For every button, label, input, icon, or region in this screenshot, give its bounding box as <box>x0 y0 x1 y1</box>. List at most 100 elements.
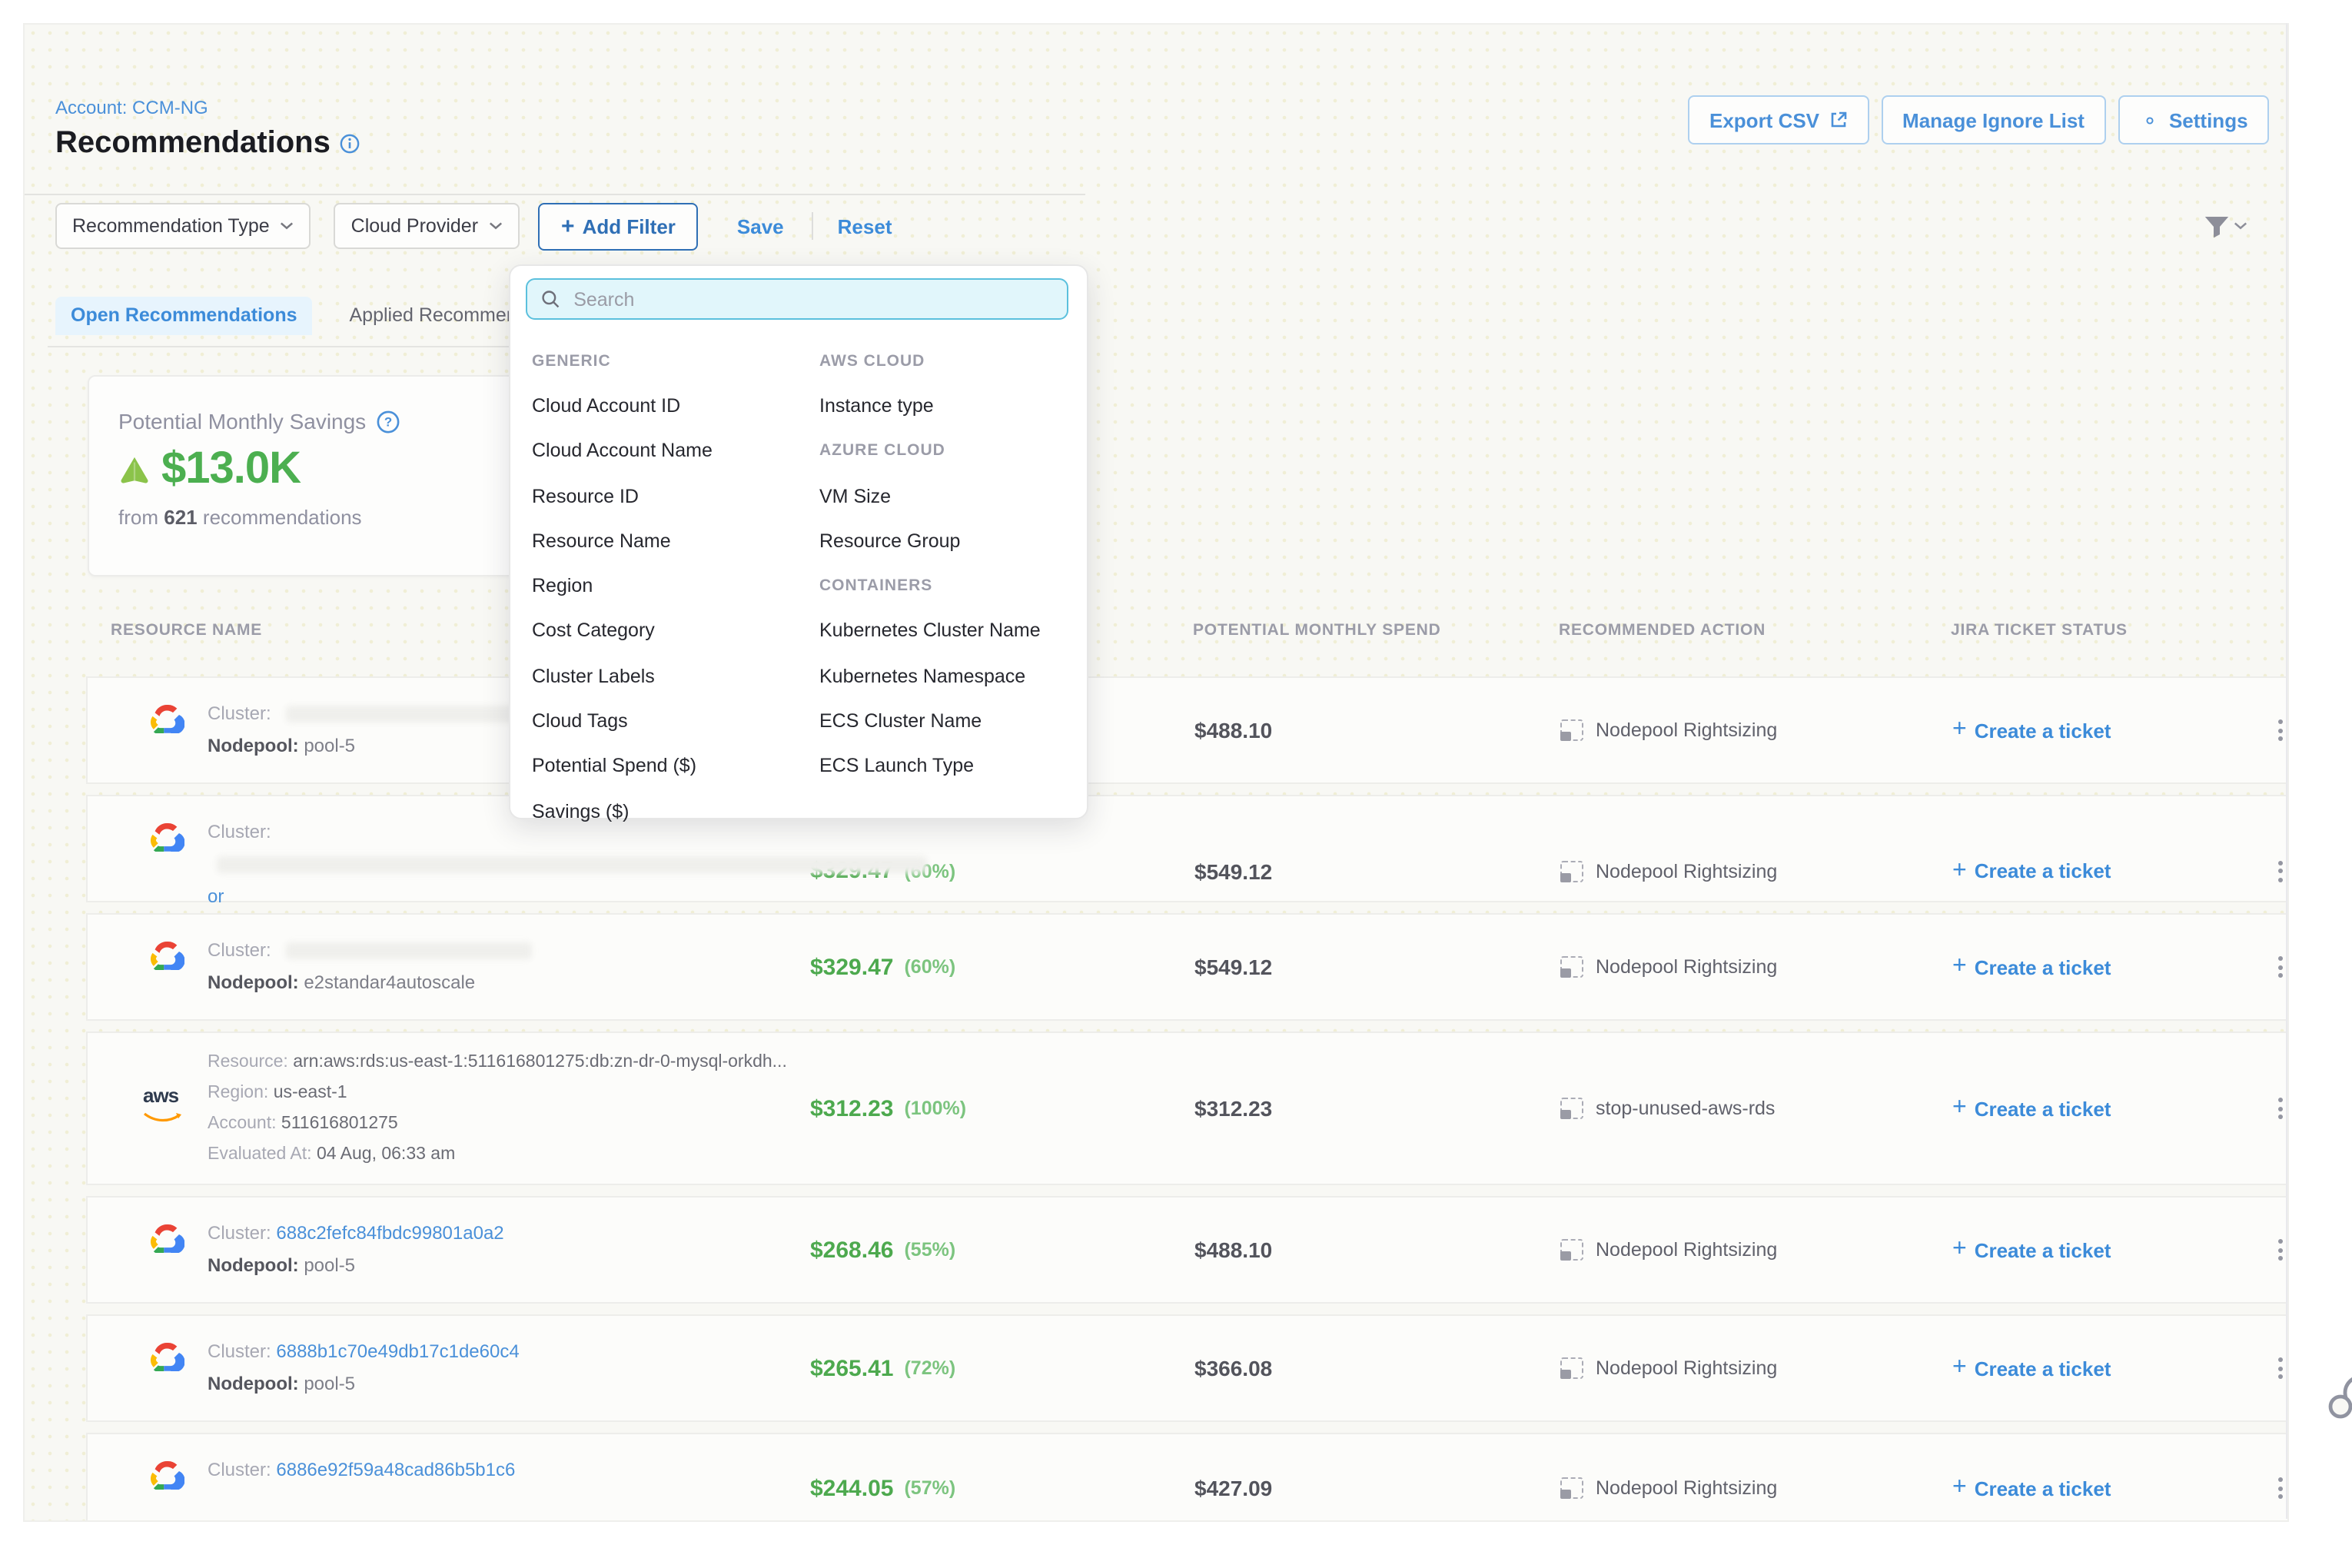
provider-icon-cell <box>88 678 184 782</box>
create-ticket-link[interactable]: +Create a ticket <box>1952 718 2111 742</box>
table-row: Cluster: 688c2fefc84fbdc99801a0a2Nodepoo… <box>86 1196 2289 1304</box>
create-ticket-link[interactable]: +Create a ticket <box>1952 859 2111 883</box>
dropdown-filter-option[interactable]: Resource Name <box>532 530 671 552</box>
cluster-link[interactable]: 6888b1c70e49db17c1de60c4 <box>276 1340 519 1362</box>
dropdown-filter-option[interactable]: ECS Launch Type <box>819 756 974 777</box>
create-ticket-link[interactable]: +Create a ticket <box>1952 1237 2111 1262</box>
cluster-line: Cluster: 6886e92f59a48cad86b5b1c6 <box>208 1454 810 1487</box>
create-ticket-label: Create a ticket <box>1975 1477 2111 1500</box>
monthly-spend-cell: $427.09 <box>1194 1434 1560 1522</box>
recommendation-type-icon <box>1560 860 1583 882</box>
resource-detail-line: Evaluated At: 04 Aug, 06:33 am <box>208 1139 810 1170</box>
reset-filter-button[interactable]: Reset <box>838 214 892 238</box>
recommendation-type-icon <box>1560 719 1583 741</box>
leaf-icon <box>118 455 151 484</box>
table-header: RESOURCE NAME POTENTIAL MONTHLY SPEND RE… <box>86 621 2289 643</box>
jira-ticket-cell: +Create a ticket <box>1952 678 2263 782</box>
svg-text:?: ? <box>384 414 392 429</box>
dropdown-filter-option[interactable]: Cloud Account Name <box>532 440 713 461</box>
recommendation-type-icon <box>1560 1357 1583 1379</box>
page-title-text: Recommendations <box>55 126 331 161</box>
savings-value: $268.46 <box>810 1237 893 1263</box>
dropdown-filter-option[interactable]: VM Size <box>819 485 891 507</box>
cluster-line: Cluster: <box>208 935 810 967</box>
create-ticket-link[interactable]: +Create a ticket <box>1952 1476 2111 1500</box>
dropdown-search[interactable] <box>526 278 1068 320</box>
create-ticket-label: Create a ticket <box>1975 719 2111 742</box>
chat-help-bubble[interactable] <box>2326 1373 2352 1436</box>
create-ticket-label: Create a ticket <box>1975 1097 2111 1120</box>
cluster-link[interactable]: 688c2fefc84fbdc99801a0a2 <box>276 1222 503 1244</box>
jira-ticket-cell: + Create a ticket <box>1952 915 2263 1019</box>
dropdown-filter-option[interactable]: Instance type <box>819 395 934 417</box>
save-filter-button[interactable]: Save <box>737 214 784 238</box>
dropdown-filter-option[interactable]: Resource Group <box>819 530 960 552</box>
jira-ticket-cell: +Create a ticket <box>1952 1033 2263 1184</box>
monthly-spend-cell: $549.12 <box>1194 915 1560 1019</box>
dropdown-filter-option[interactable]: Cloud Tags <box>532 710 628 732</box>
dropdown-filter-option[interactable]: Cost Category <box>532 620 655 642</box>
potential-savings-cell: $268.46(55%) <box>810 1198 1194 1302</box>
cluster-line: Cluster: 6888b1c70e49db17c1de60c4 <box>208 1336 810 1368</box>
savings-value: $244.05 <box>810 1475 893 1501</box>
savings-amount-value: $13.0K <box>161 444 301 495</box>
spend-value: $366.08 <box>1194 1356 1272 1380</box>
create-ticket-label: Create a ticket <box>1975 955 2111 978</box>
plus-icon: + <box>1952 955 1967 979</box>
gear-icon <box>2140 110 2160 130</box>
jira-ticket-cell: +Create a ticket <box>1952 1198 2263 1302</box>
col-potential-monthly-spend: POTENTIAL MONTHLY SPEND <box>1193 621 1441 639</box>
savings-percent: (72%) <box>904 1357 955 1379</box>
add-filter-button[interactable]: + Add Filter <box>538 202 699 250</box>
dropdown-filter-option[interactable]: Cloud Account ID <box>532 395 680 417</box>
gcp-cloud-icon <box>149 821 184 859</box>
cluster-link[interactable]: 6886e92f59a48cad86b5b1c6 <box>276 1459 515 1480</box>
cluster-link-fragment[interactable]: or <box>208 885 224 907</box>
dropdown-filter-option[interactable]: Resource ID <box>532 485 639 507</box>
dropdown-filter-option[interactable]: Region <box>532 575 593 596</box>
spend-value: $488.10 <box>1194 718 1272 742</box>
dropdown-filter-option[interactable]: ECS Cluster Name <box>819 710 982 732</box>
dropdown-filter-option[interactable]: Kubernetes Namespace <box>819 665 1025 686</box>
settings-label: Settings <box>2169 108 2248 131</box>
potential-savings-cell: $329.47(60%) <box>810 915 1194 1019</box>
provider-icon-cell <box>88 1198 184 1302</box>
recommendation-type-icon <box>1560 956 1583 978</box>
tab-open-recommendations[interactable]: Open Recommendations <box>55 297 313 335</box>
cloud-provider-filter[interactable]: Cloud Provider <box>334 203 520 249</box>
create-ticket-link[interactable]: + Create a ticket <box>1952 955 2111 979</box>
spend-value: $427.09 <box>1194 1476 1272 1500</box>
action-label: stop-unused-aws-rds <box>1596 1098 1775 1119</box>
dropdown-filter-option[interactable]: Potential Spend ($) <box>532 756 696 777</box>
settings-button[interactable]: Settings <box>2118 95 2270 145</box>
potential-savings-cell: $244.05(57%) <box>810 1434 1194 1522</box>
export-csv-button[interactable]: Export CSV <box>1688 95 1869 145</box>
dropdown-search-input[interactable] <box>570 287 1053 311</box>
plus-icon: + <box>561 213 575 239</box>
help-icon[interactable]: ? <box>377 410 400 433</box>
provider-icon-cell <box>88 1316 184 1420</box>
savings-value: $312.23 <box>810 1095 893 1121</box>
monthly-spend-cell: $488.10 <box>1194 1198 1560 1302</box>
dropdown-filter-option[interactable]: Kubernetes Cluster Name <box>819 620 1041 642</box>
recommendation-type-filter[interactable]: Recommendation Type <box>55 203 311 249</box>
col-recommended-action: RECOMMENDED ACTION <box>1559 621 1766 639</box>
manage-ignore-list-button[interactable]: Manage Ignore List <box>1881 95 2106 145</box>
jira-ticket-cell: +Create a ticket <box>1952 1434 2263 1522</box>
dropdown-filter-option[interactable]: Savings ($) <box>532 800 629 822</box>
create-ticket-link[interactable]: +Create a ticket <box>1952 1096 2111 1121</box>
redacted-cluster-name <box>285 943 531 960</box>
create-ticket-label: Create a ticket <box>1975 1357 2111 1380</box>
nodepool-line: Nodepool: pool-5 <box>208 1368 810 1400</box>
filter-panel-toggle[interactable] <box>2204 214 2247 238</box>
create-ticket-link[interactable]: +Create a ticket <box>1952 1356 2111 1380</box>
recommendations-page: Account: CCM-NG Recommendations Export C… <box>23 23 2289 1522</box>
recommendations-table: Cluster: Nodepool: pool-5$488.10Nodepool… <box>86 676 2289 1522</box>
recommended-action-cell: Nodepool Rightsizing <box>1560 1316 1952 1420</box>
plus-icon: + <box>1952 859 1967 883</box>
info-icon[interactable] <box>340 134 360 154</box>
header-actions: Export CSV Manage Ignore List Settings <box>1688 95 2270 145</box>
dropdown-section-header: AWS CLOUD <box>819 351 925 370</box>
dropdown-filter-option[interactable]: Cluster Labels <box>532 665 655 686</box>
account-breadcrumb[interactable]: Account: CCM-NG <box>55 97 208 118</box>
